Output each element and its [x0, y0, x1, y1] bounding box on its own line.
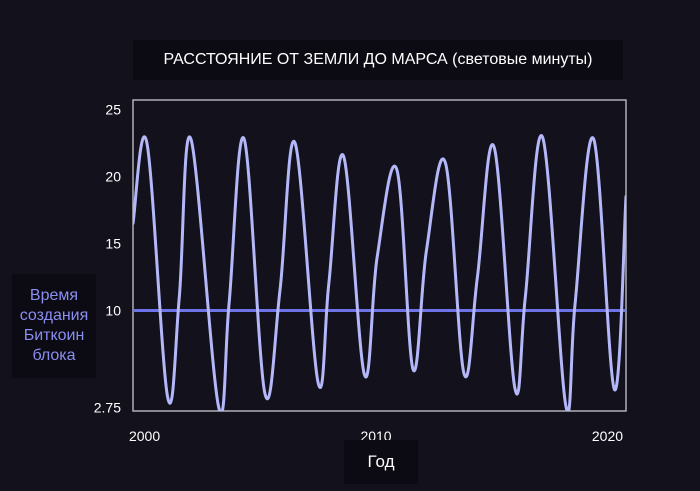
y-tick-labels: 2.75 10 15 20 25: [94, 101, 121, 415]
y-axis-label: Время создания Биткоин блока: [19, 287, 89, 364]
plot-frame: [132, 99, 627, 412]
y-tick-label: 25: [105, 101, 121, 117]
y-tick-label: 20: [105, 168, 121, 184]
x-axis-label: Год: [344, 440, 418, 484]
x-tick-label: 2000: [129, 428, 160, 444]
distance-line: [133, 134, 626, 411]
x-tick-label: 2020: [592, 428, 623, 444]
y-tick-label: 15: [105, 235, 121, 251]
series-lines: [133, 134, 626, 411]
y-tick-label: 2.75: [94, 400, 121, 416]
y-tick-label: 10: [105, 302, 121, 318]
y-axis-label-box: Время создания Биткоин блока: [12, 274, 96, 378]
chart-svg: 2.7510152025 2000 2010 2020: [94, 99, 627, 444]
